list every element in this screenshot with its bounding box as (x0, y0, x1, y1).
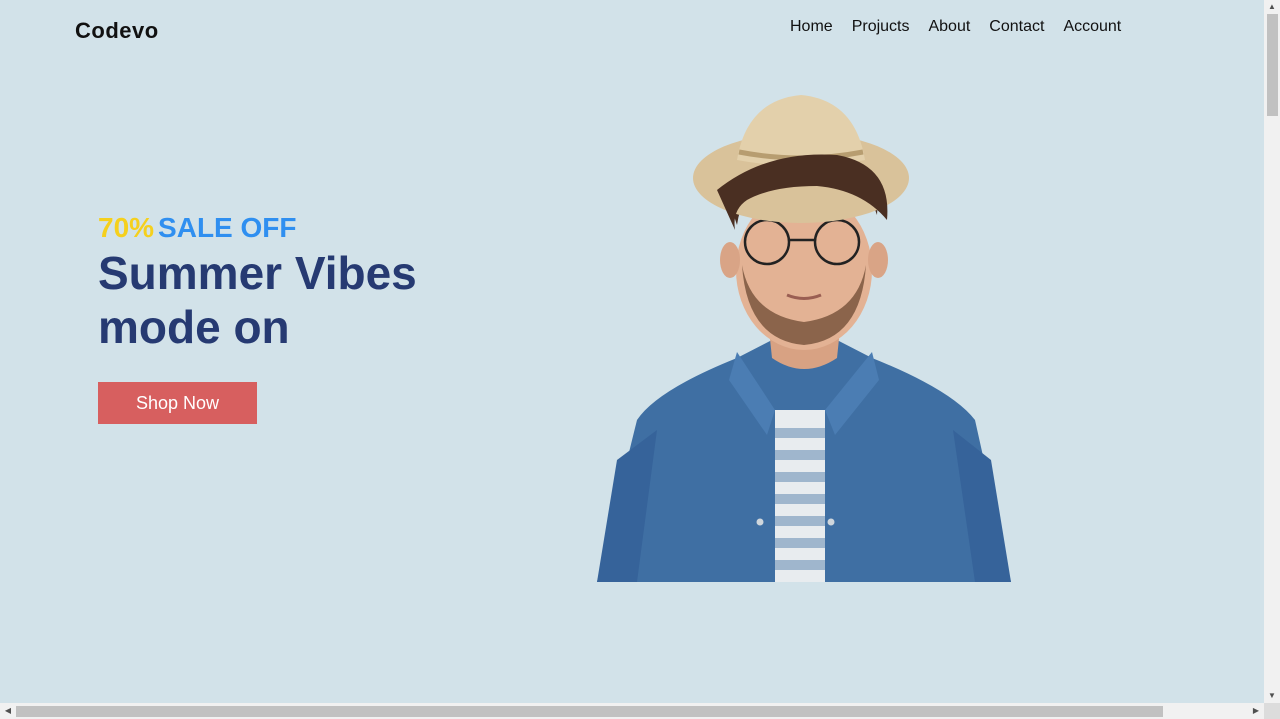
page-viewport: Codevo Home Projucts About Contact Accou… (0, 0, 1264, 703)
sale-text: SALE OFF (158, 212, 297, 243)
scrollbar-corner (1264, 703, 1280, 719)
sale-percent: 70% (98, 212, 155, 243)
main-nav: Home Projucts About Contact Account (790, 17, 1140, 37)
scroll-right-arrow-icon[interactable]: ▶ (1248, 703, 1264, 719)
scroll-left-arrow-icon[interactable]: ◀ (0, 703, 16, 719)
nav-home[interactable]: Home (790, 17, 833, 37)
vertical-scrollbar[interactable]: ▲ ▼ (1264, 0, 1280, 703)
nav-account[interactable]: Account (1063, 17, 1121, 37)
shop-now-button[interactable]: Shop Now (98, 382, 257, 424)
vertical-scroll-thumb[interactable] (1267, 14, 1278, 116)
nav-about[interactable]: About (928, 17, 970, 37)
nav-projects[interactable]: Projucts (852, 17, 910, 37)
nav-contact[interactable]: Contact (989, 17, 1044, 37)
logo[interactable]: Codevo (75, 18, 159, 44)
scroll-up-arrow-icon[interactable]: ▲ (1264, 0, 1280, 14)
scroll-down-arrow-icon[interactable]: ▼ (1264, 689, 1280, 703)
sale-tagline: 70% SALE OFF (98, 212, 297, 244)
horizontal-scroll-thumb[interactable] (16, 706, 1163, 717)
hero-image (597, 95, 1011, 582)
hero-headline: Summer Vibes mode on (98, 247, 417, 353)
horizontal-scrollbar[interactable]: ◀ ▶ (0, 703, 1264, 719)
